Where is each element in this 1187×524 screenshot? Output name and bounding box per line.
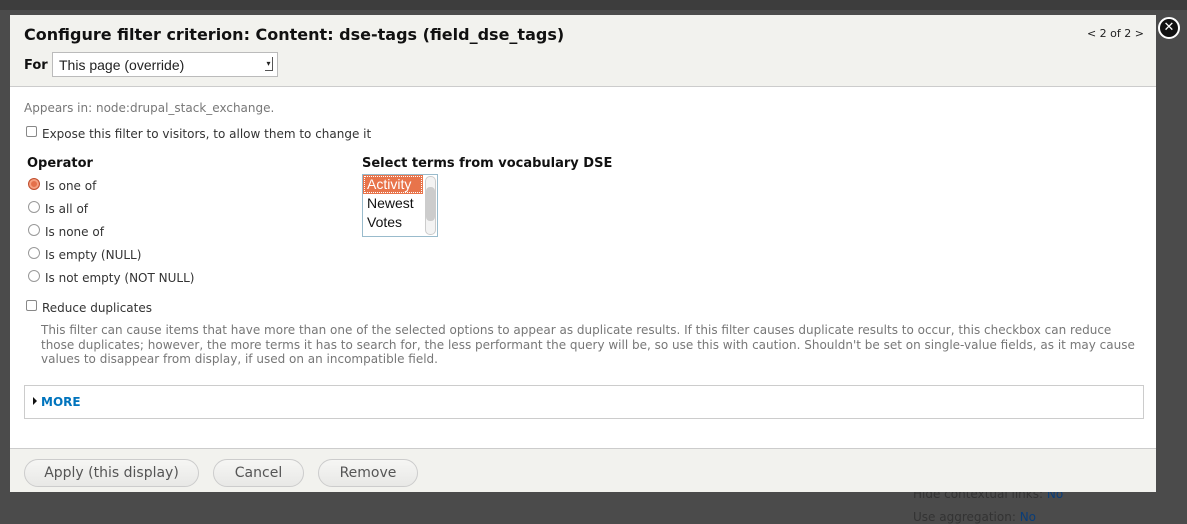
radio-is-not-empty[interactable] <box>28 270 40 282</box>
triangle-right-icon <box>33 397 37 405</box>
for-select[interactable]: This page (override) ▾ <box>52 52 278 77</box>
radio-is-one-of[interactable] <box>28 178 40 190</box>
close-icon[interactable]: ✕ <box>1158 17 1180 39</box>
listbox-scrollbar[interactable] <box>425 176 436 235</box>
reduce-duplicates-description: This filter can cause items that have mo… <box>41 323 1135 366</box>
cancel-button[interactable]: Cancel <box>213 459 304 487</box>
term-option[interactable]: Activity <box>363 175 423 194</box>
for-label: For <box>24 58 48 73</box>
reduce-duplicates-checkbox[interactable] <box>26 300 37 311</box>
dialog-footer: Apply (this display) Cancel Remove <box>10 448 1156 492</box>
radio-label: Is empty (NULL) <box>45 248 142 262</box>
radio-label: Is none of <box>45 225 104 239</box>
setting-value-link[interactable]: No <box>1020 510 1036 524</box>
filter-dialog: Configure filter criterion: Content: dse… <box>10 15 1156 492</box>
reduce-duplicates-label: Reduce duplicates <box>42 301 152 315</box>
radio-is-all-of[interactable] <box>28 201 40 213</box>
for-select-value: This page (override) <box>59 57 185 73</box>
radio-is-empty[interactable] <box>28 247 40 259</box>
radio-is-none-of[interactable] <box>28 224 40 236</box>
chevron-down-icon: ▾ <box>265 57 273 71</box>
remove-button[interactable]: Remove <box>318 459 418 487</box>
appears-in-text: Appears in: node:drupal_stack_exchange. <box>24 101 275 115</box>
background-setting-row: Use aggregation: No <box>913 510 1036 524</box>
terms-listbox[interactable]: Activity Newest Votes <box>362 174 438 237</box>
dialog-title: Configure filter criterion: Content: dse… <box>24 25 565 44</box>
terms-heading: Select terms from vocabulary DSE <box>362 156 613 171</box>
dialog-header: Configure filter criterion: Content: dse… <box>10 15 1156 87</box>
operator-heading: Operator <box>27 156 93 171</box>
scrollbar-thumb[interactable] <box>426 187 435 221</box>
radio-label: Is one of <box>45 179 97 193</box>
setting-label: Use aggregation: <box>913 510 1016 524</box>
more-fieldset[interactable]: MORE <box>24 385 1144 419</box>
apply-button[interactable]: Apply (this display) <box>24 459 199 487</box>
more-link[interactable]: MORE <box>41 395 81 409</box>
expose-label: Expose this filter to visitors, to allow… <box>42 127 372 141</box>
radio-label: Is all of <box>45 202 89 216</box>
radio-label: Is not empty (NOT NULL) <box>45 271 195 285</box>
pager[interactable]: < 2 of 2 > <box>1087 27 1144 40</box>
admin-toolbar <box>0 0 1187 10</box>
expose-checkbox[interactable] <box>26 126 37 137</box>
